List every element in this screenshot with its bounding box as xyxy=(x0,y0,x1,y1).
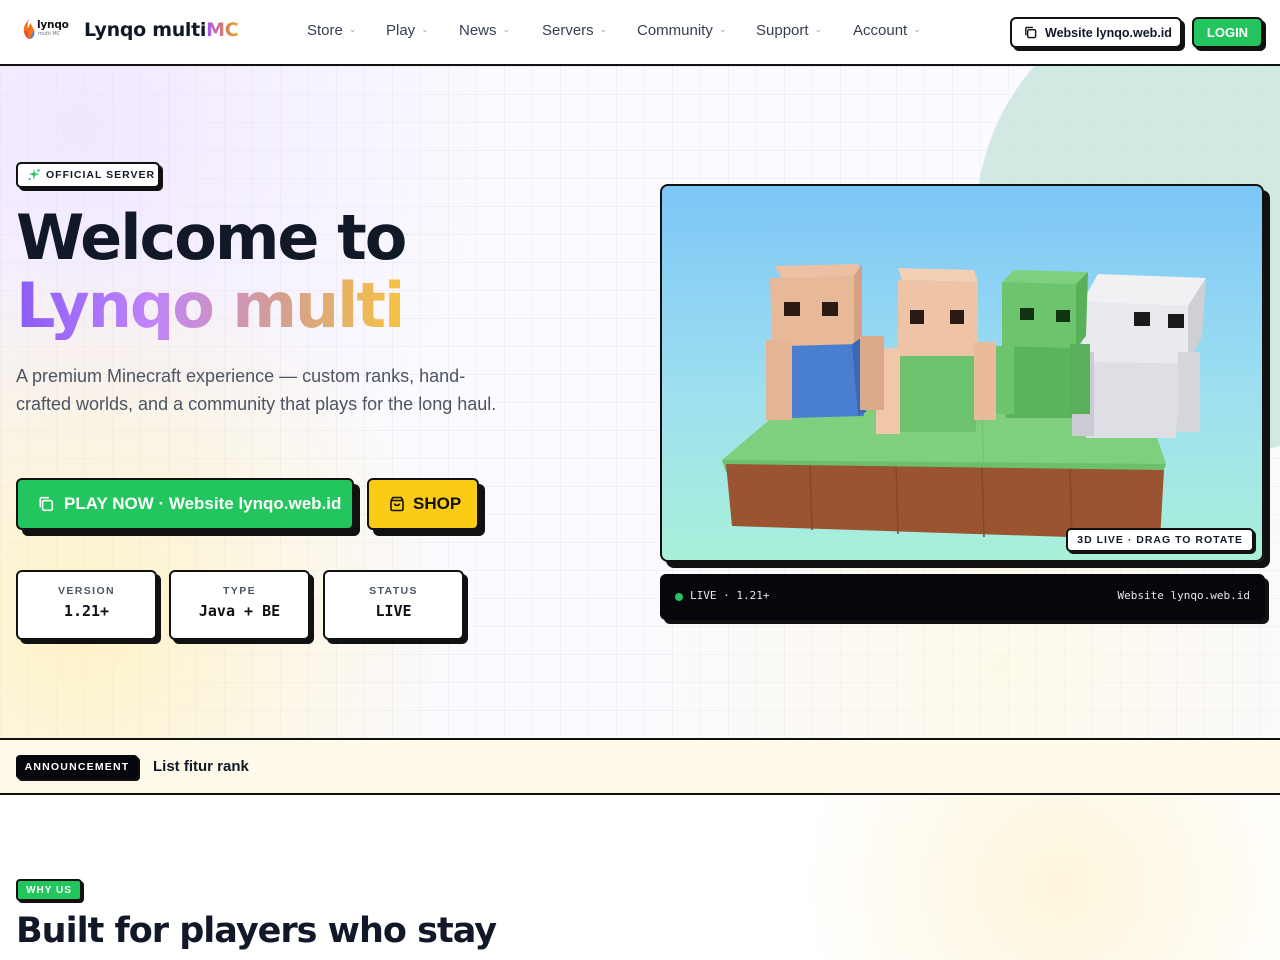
shop-button[interactable]: SHOP xyxy=(367,478,479,530)
chevron-down-icon: ⌄ xyxy=(814,24,823,34)
console-status-text: LIVE · 1.21+ xyxy=(690,589,770,602)
nav-item-label: Community xyxy=(637,22,713,39)
character-green xyxy=(992,270,1090,418)
logo-subtext: multi MC xyxy=(38,31,61,37)
console-address-text: Website lynqo.web.id xyxy=(1117,589,1250,602)
nav-item-label: Store xyxy=(307,22,343,39)
copy-address-button[interactable]: Website lynqo.web.id xyxy=(1010,17,1182,48)
copy-icon xyxy=(39,496,54,512)
hero-description: A premium Minecraft experience — custom … xyxy=(16,366,497,414)
stat-value: LIVE xyxy=(375,602,412,620)
minecraft-characters-scene xyxy=(722,264,1206,540)
announcement-bar: ANNOUNCEMENT List fitur rank xyxy=(0,738,1280,795)
character-blue-shirt xyxy=(766,264,884,420)
login-button[interactable]: LOGIN xyxy=(1192,17,1263,48)
nav-item-label: Play xyxy=(386,22,416,39)
stat-card-type: TYPE Java + BE xyxy=(169,570,310,640)
nav-item-label: Account xyxy=(853,22,908,39)
hero-section: OFFICIAL SERVER Welcome to Lynqo multi A… xyxy=(0,66,1280,738)
nav-item-label: News xyxy=(459,22,497,39)
stat-card-status: STATUS LIVE xyxy=(323,570,464,640)
chevron-down-icon: ⌄ xyxy=(718,24,727,34)
server-console-bar: LIVE · 1.21+ Website lynqo.web.id xyxy=(660,574,1265,620)
top-navbar: lynqo multi MC Lynqo multiMC Store ⌄ Play… xyxy=(0,0,1280,66)
logo-wordmark: lynqo xyxy=(37,19,69,31)
sparkle-icon xyxy=(28,169,40,181)
why-us-heading: Built for players who stay xyxy=(16,911,497,951)
live-status-dot xyxy=(675,593,683,601)
brand[interactable]: lynqo multi MC Lynqo multiMC xyxy=(22,16,239,44)
chevron-down-icon: ⌄ xyxy=(421,24,429,34)
character-white xyxy=(1072,274,1206,438)
chevron-down-icon: ⌄ xyxy=(502,24,511,34)
flame-logo-icon xyxy=(23,19,35,39)
chevron-down-icon: ⌄ xyxy=(913,24,921,34)
brand-name-accent: MC xyxy=(206,19,239,41)
stat-value: 1.21+ xyxy=(63,602,110,620)
shopping-bag-icon xyxy=(390,496,404,512)
brand-name: Lynqo multiMC xyxy=(84,19,239,41)
why-us-section: WHY US Built for players who stay xyxy=(0,795,1280,960)
official-server-badge: OFFICIAL SERVER xyxy=(16,162,160,188)
stat-label: VERSION xyxy=(57,585,116,597)
nav-item-label: Servers xyxy=(542,22,594,39)
chevron-down-icon: ⌄ xyxy=(348,24,357,34)
chevron-down-icon: ⌄ xyxy=(599,24,608,34)
nav-item-play[interactable]: Play ⌄ xyxy=(386,22,429,39)
brand-name-main: Lynqo multi xyxy=(84,19,207,41)
copy-icon xyxy=(1025,26,1037,39)
play-now-button[interactable]: PLAY NOW · Website lynqo.web.id xyxy=(16,478,354,530)
stat-card-version: VERSION 1.21+ xyxy=(16,570,157,640)
announcement-tag: ANNOUNCEMENT xyxy=(16,755,138,779)
stat-label: STATUS xyxy=(369,585,418,597)
nav-item-community[interactable]: Community ⌄ xyxy=(637,22,726,39)
nav-item-news[interactable]: News ⌄ xyxy=(459,22,510,39)
nav-item-account[interactable]: Account ⌄ xyxy=(853,22,921,39)
nav-item-support[interactable]: Support ⌄ xyxy=(756,22,822,39)
copy-address-label: Website lynqo.web.id xyxy=(1045,25,1172,40)
shop-label: SHOP xyxy=(413,494,462,513)
viewer-hint-badge: 3D LIVE · DRAG TO ROTATE xyxy=(1066,528,1254,552)
nav-item-store[interactable]: Store ⌄ xyxy=(307,22,356,39)
hero-title-line1: Welcome to xyxy=(16,201,407,274)
official-server-label: OFFICIAL SERVER xyxy=(46,169,156,181)
hero-title-line2: Lynqo multi xyxy=(16,269,405,342)
hero-title: Welcome to Lynqo multi xyxy=(16,201,407,342)
play-now-label: PLAY NOW · Website lynqo.web.id xyxy=(64,494,342,513)
stat-value: Java + BE xyxy=(198,602,281,620)
nav-item-label: Support xyxy=(756,22,809,39)
brand-logo: lynqo multi MC xyxy=(22,16,70,44)
nav-item-servers[interactable]: Servers ⌄ xyxy=(542,22,607,39)
announcement-link[interactable]: List fitur rank xyxy=(153,758,249,775)
3d-character-viewer[interactable]: 3D LIVE · DRAG TO ROTATE xyxy=(660,184,1264,562)
why-us-tag: WHY US xyxy=(16,879,82,901)
character-green-shirt xyxy=(876,268,996,434)
stat-label: TYPE xyxy=(222,585,257,597)
